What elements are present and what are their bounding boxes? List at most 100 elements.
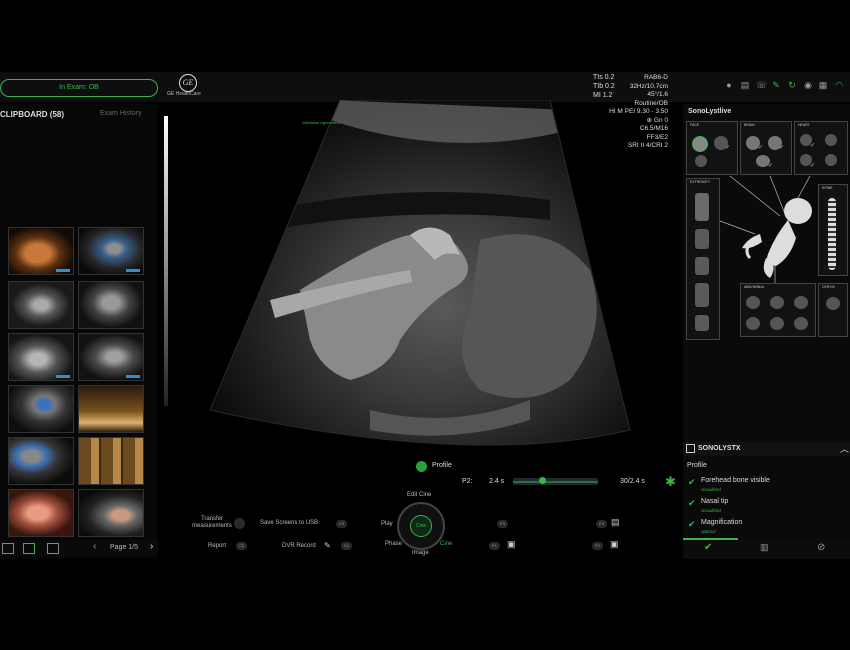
image-label: Image — [412, 550, 429, 556]
profile-button-icon[interactable] — [416, 461, 427, 472]
group-heart[interactable]: HEART ✔ ✔ — [794, 121, 848, 175]
group-extremity[interactable]: EXTREMITY — [686, 178, 720, 340]
criteria-label: Magnification — [701, 519, 743, 526]
page-indicator: Page 1/5 — [110, 544, 139, 551]
group-face[interactable]: FACE ✔ ✔ — [686, 121, 738, 175]
criteria-status: visualized — [701, 487, 721, 492]
thumbnail[interactable] — [8, 437, 74, 485]
abdominal-view-icon[interactable] — [746, 296, 760, 309]
ge-logo: GE — [179, 74, 197, 92]
thumbnail[interactable] — [78, 281, 144, 329]
user-icon[interactable]: ◉ — [803, 80, 813, 90]
next-page-icon[interactable]: › — [150, 541, 153, 552]
transfer-measurements-button[interactable] — [234, 518, 245, 529]
microphone-icon[interactable]: ● — [724, 80, 734, 90]
report-label: Report — [208, 543, 227, 549]
exam-history-tab[interactable]: Exam History — [100, 110, 142, 117]
document-icon[interactable]: ▦ — [818, 80, 828, 90]
chevron-up-icon[interactable]: ︿ — [840, 442, 849, 455]
param-gain: ⊕ Gn 0 — [646, 116, 668, 124]
thumbnail[interactable] — [8, 489, 74, 537]
thumbnail[interactable] — [78, 489, 144, 537]
thumbnail[interactable] — [78, 227, 144, 275]
phase-label: Phase — [385, 541, 403, 547]
prev-page-icon[interactable]: ‹ — [93, 541, 96, 552]
chart-tab-icon[interactable]: ▥ — [760, 542, 769, 553]
thumbnail[interactable] — [8, 281, 74, 329]
thumbnail[interactable] — [8, 227, 74, 275]
thumbnail[interactable] — [8, 385, 74, 433]
grid-view-icon[interactable] — [23, 543, 35, 554]
transfer-measurements-label: Transfer measurements — [192, 516, 232, 529]
save-usb-label: Save Screens to USB — [260, 520, 319, 526]
list-view-icon[interactable] — [2, 543, 14, 554]
p1-key[interactable]: P1 — [489, 542, 500, 550]
printer-icon[interactable]: ▤ — [740, 80, 750, 90]
extremity-view-icon[interactable] — [695, 257, 709, 275]
fetus-diagram-icon — [720, 176, 812, 284]
group-label: ABDOMINAL — [744, 285, 765, 289]
group-label: HEART — [798, 123, 810, 127]
profile-label[interactable]: Profile — [432, 462, 452, 469]
abdominal-view-icon[interactable] — [794, 296, 808, 309]
save-icon[interactable]: ▣ — [610, 539, 619, 550]
extremity-view-icon[interactable] — [695, 315, 709, 331]
thumbnail[interactable] — [78, 333, 144, 381]
sync-icon[interactable]: ↻ — [787, 80, 797, 90]
abdominal-view-icon[interactable] — [794, 317, 808, 330]
p2-key[interactable]: P2 — [592, 542, 603, 550]
param-sri: SRI II 4/CRI 2 — [627, 142, 668, 149]
phone-icon[interactable]: ☏ — [756, 80, 767, 90]
group-cervix[interactable]: CERVIX — [818, 283, 848, 337]
thumbnail[interactable] — [78, 437, 144, 485]
thumbnail[interactable] — [8, 333, 74, 381]
checklist-tab-icon[interactable]: ✔ — [704, 542, 712, 553]
criteria-label: Forehead bone visible — [701, 477, 770, 484]
group-spine[interactable]: SPINE — [818, 184, 848, 276]
clipboard-title: CLIPBOARD (58) — [0, 110, 65, 119]
group-abdominal[interactable]: ABDOMINAL — [740, 283, 816, 337]
report-key[interactable]: C2 — [236, 542, 247, 550]
check-icon: ✔ — [688, 519, 696, 529]
play-label: Play — [381, 521, 393, 527]
wifi-icon[interactable]: ◠ — [834, 80, 844, 90]
check-icon: ✔ — [768, 163, 774, 169]
large-grid-icon[interactable] — [47, 543, 59, 554]
cine-knob-center[interactable]: Cine — [410, 515, 432, 537]
print-icon[interactable]: ▤ — [611, 517, 620, 528]
save-icon[interactable]: ▣ — [507, 539, 516, 550]
group-label: FACE — [690, 123, 700, 127]
extremity-view-icon[interactable] — [695, 193, 709, 221]
probe-icon[interactable]: ✎ — [771, 80, 781, 90]
param-angle: 45°/1.6 — [647, 91, 668, 98]
exam-indicator[interactable]: In Exam: OB — [0, 79, 158, 97]
heart-view-icon[interactable] — [825, 134, 837, 146]
abdominal-view-icon[interactable] — [746, 317, 760, 330]
extremity-view-icon[interactable] — [695, 283, 709, 307]
settings-asterisk-icon[interactable]: ✱ — [665, 474, 676, 490]
extremity-view-icon[interactable] — [695, 229, 709, 249]
cervix-view-icon[interactable] — [826, 297, 840, 310]
p4-key[interactable]: P4 — [596, 520, 607, 528]
image-parameters: RAB6-D 32Hz/10.7cm 45°/1.6 Routine/OB HI… — [609, 74, 668, 151]
abdominal-view-icon[interactable] — [770, 317, 784, 330]
dvr-record-key[interactable]: C1 — [341, 542, 352, 550]
image-marker — [56, 269, 70, 272]
save-usb-key[interactable]: C3 — [336, 520, 347, 528]
spine-view-icon[interactable] — [828, 198, 836, 270]
thumbnail[interactable] — [78, 385, 144, 433]
criteria-status: visualized — [701, 508, 721, 513]
heart-view-icon[interactable] — [825, 154, 837, 166]
check-icon: ✔ — [779, 145, 785, 151]
face-view-icon[interactable] — [695, 155, 707, 167]
criteria-status: optimal — [701, 529, 716, 534]
abdominal-view-icon[interactable] — [770, 296, 784, 309]
disabled-tab-icon[interactable]: ⊘ — [817, 542, 825, 553]
brand-name: GE HealthCare — [167, 91, 201, 97]
sonolyst-title: SonoLystlive — [688, 108, 732, 115]
p3-key[interactable]: P3 — [497, 520, 508, 528]
group-brain[interactable]: BRAIN ✔ ✔ ✔ — [740, 121, 792, 175]
ultrasound-image[interactable] — [150, 100, 690, 480]
image-marker — [56, 375, 70, 378]
sonolystx-icon — [686, 444, 695, 453]
